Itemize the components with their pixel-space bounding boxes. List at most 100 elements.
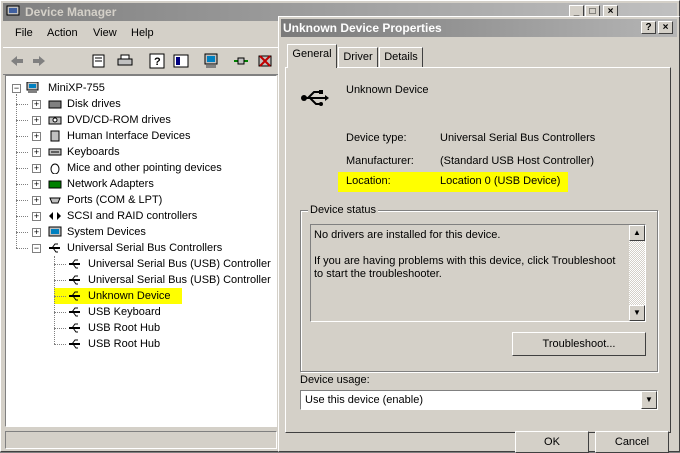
device-manager-title: Device Manager: [25, 5, 117, 19]
dialog-close-button[interactable]: ×: [658, 21, 673, 34]
manufacturer-value: (Standard USB Host Controller): [440, 155, 595, 167]
tree-line: [54, 312, 66, 313]
tree-line: [54, 344, 66, 345]
tree-line: [54, 328, 66, 329]
status-scrollbar[interactable]: ▲ ▼: [629, 225, 645, 321]
scsi-icon: [49, 212, 61, 220]
tree-line: [16, 232, 28, 233]
menu-file[interactable]: File: [15, 27, 33, 39]
disk-icon: [48, 100, 62, 109]
forward-arrow-icon[interactable]: [31, 53, 47, 69]
usb-icon: [69, 339, 80, 349]
scroll-up-button[interactable]: ▲: [629, 225, 645, 241]
general-tab-panel: Unknown Device Device type: Universal Se…: [285, 67, 671, 433]
usb-icon: [69, 291, 80, 301]
tree-device-label: USB Root Hub: [88, 338, 161, 350]
expand-toggle[interactable]: +: [32, 100, 41, 109]
back-arrow-icon[interactable]: [9, 53, 25, 69]
computer-icon[interactable]: [203, 53, 219, 69]
scroll-down-button[interactable]: ▼: [629, 305, 645, 321]
collapse-toggle[interactable]: −: [12, 84, 21, 93]
device-type-value: Universal Serial Bus Controllers: [440, 132, 596, 144]
network-icon: [48, 180, 62, 189]
view-icon[interactable]: [173, 53, 189, 69]
system-icon: [48, 226, 62, 237]
tree-line: [54, 280, 66, 281]
tree-line: [16, 152, 28, 153]
tree-device-label: Universal Serial Bus (USB) Controller: [88, 274, 271, 286]
usb-icon: [69, 275, 80, 285]
tree-category-label: Keyboards: [67, 146, 120, 158]
device-tree[interactable]: − MiniXP-755 + Disk drives + DVD/CD-ROM dri…: [5, 75, 277, 427]
tree-device-label: Universal Serial Bus (USB) Controller: [88, 258, 271, 270]
usb-icon: [69, 307, 80, 317]
dropdown-arrow-button[interactable]: ▼: [641, 391, 657, 409]
status-bar: [5, 431, 277, 449]
expand-toggle[interactable]: +: [32, 132, 41, 141]
hid-icon: [50, 130, 60, 142]
device-name: Unknown Device: [346, 84, 429, 96]
location-label: Location:: [346, 175, 391, 187]
tree-category-label: Human Interface Devices: [67, 130, 191, 142]
device-status-label: Device status: [308, 204, 379, 216]
properties-icon[interactable]: [91, 53, 107, 69]
expand-toggle[interactable]: +: [32, 148, 41, 157]
keyboard-icon: [48, 148, 62, 156]
collapse-toggle[interactable]: −: [32, 244, 41, 253]
print-icon[interactable]: [117, 53, 133, 69]
device-status-textbox[interactable]: No drivers are installed for this device…: [310, 224, 646, 322]
cdrom-icon: [48, 116, 62, 125]
help-button[interactable]: ?: [641, 21, 656, 34]
computer-icon: [26, 82, 39, 93]
status-text-line2: If you are having problems with this dev…: [314, 255, 616, 280]
tree-category-label: System Devices: [67, 226, 146, 238]
tree-line: [16, 120, 28, 121]
status-text-line1: No drivers are installed for this device…: [314, 229, 501, 241]
scan-hardware-icon[interactable]: [233, 53, 249, 69]
tree-device-label: USB Keyboard: [88, 306, 161, 318]
uninstall-icon[interactable]: [257, 53, 273, 69]
properties-title: Unknown Device Properties: [283, 21, 442, 35]
expand-toggle[interactable]: +: [32, 180, 41, 189]
tree-category-label: Disk drives: [67, 98, 121, 110]
properties-dialog: Unknown Device Properties ? × General Dr…: [278, 16, 680, 453]
tree-line: [54, 256, 55, 344]
expand-toggle[interactable]: +: [32, 228, 41, 237]
expand-toggle[interactable]: +: [32, 116, 41, 125]
expand-toggle[interactable]: +: [32, 164, 41, 173]
tree-category-label: Network Adapters: [67, 178, 154, 190]
menu-view[interactable]: View: [93, 27, 117, 39]
properties-titlebar[interactable]: Unknown Device Properties ? ×: [281, 19, 677, 37]
ok-button[interactable]: OK: [515, 431, 589, 453]
tab-driver[interactable]: Driver: [338, 47, 378, 67]
device-manager-app-icon: [6, 5, 20, 18]
troubleshoot-button[interactable]: Troubleshoot...: [512, 332, 646, 356]
menu-action[interactable]: Action: [47, 27, 78, 39]
menu-help[interactable]: Help: [131, 27, 154, 39]
expand-toggle[interactable]: +: [32, 212, 41, 221]
cancel-button[interactable]: Cancel: [595, 431, 669, 453]
usb-icon: [69, 323, 80, 333]
tree-line: [16, 216, 28, 217]
tab-details[interactable]: Details: [379, 47, 423, 67]
expand-toggle[interactable]: +: [32, 196, 41, 205]
manufacturer-label: Manufacturer:: [346, 155, 414, 167]
tree-line: [16, 104, 28, 105]
tree-line: [16, 248, 28, 249]
tree-line: [16, 94, 17, 248]
device-usage-label: Device usage:: [300, 374, 370, 386]
device-usage-value: Use this device (enable): [305, 394, 424, 406]
usb-icon: [301, 90, 329, 106]
usb-icon: [49, 243, 60, 253]
tree-category-label: Mice and other pointing devices: [67, 162, 222, 174]
help-icon[interactable]: ?: [149, 53, 165, 69]
tree-line: [16, 184, 28, 185]
tree-device-label: Unknown Device: [86, 288, 181, 304]
device-usage-dropdown[interactable]: Use this device (enable) ▼: [300, 390, 658, 410]
tree-line: [16, 136, 28, 137]
tree-category-label: SCSI and RAID controllers: [67, 210, 198, 222]
tree-category-label: Ports (COM & LPT): [67, 194, 163, 206]
tab-general[interactable]: General: [287, 44, 337, 68]
location-value: Location 0 (USB Device): [440, 175, 561, 187]
svg-text:?: ?: [154, 56, 161, 68]
